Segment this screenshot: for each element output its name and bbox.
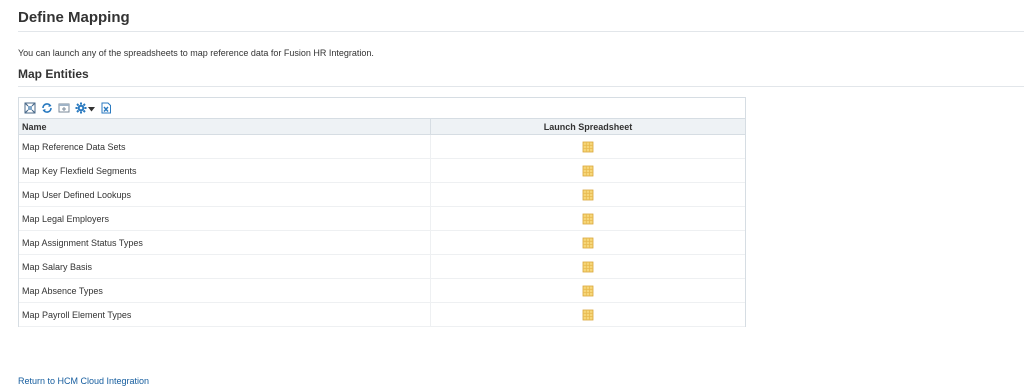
detach-icon[interactable] (24, 102, 36, 114)
page-title: Define Mapping (18, 9, 130, 26)
table-row[interactable]: Map Reference Data Sets (19, 134, 745, 159)
view-menu-icon (75, 102, 87, 114)
intro-text: You can launch any of the spreadsheets t… (18, 48, 374, 58)
entity-name-cell: Map Payroll Element Types (19, 302, 431, 327)
entity-name-cell: Map Assignment Status Types (19, 230, 431, 255)
entity-name-cell: Map Reference Data Sets (19, 134, 431, 159)
column-header-launch-spreadsheet[interactable]: Launch Spreadsheet (430, 118, 745, 135)
map-entities-table: Name Launch Spreadsheet Map Reference Da… (18, 97, 746, 327)
launch-spreadsheet-cell (430, 254, 745, 279)
launch-spreadsheet-cell (430, 158, 745, 183)
table-row[interactable]: Map Absence Types (19, 278, 745, 303)
launch-spreadsheet-cell (430, 206, 745, 231)
entity-name-cell: Map Absence Types (19, 278, 431, 303)
data-table: Name Launch Spreadsheet Map Reference Da… (19, 118, 745, 327)
refresh-icon[interactable] (41, 102, 53, 114)
entity-name-cell: Map User Defined Lookups (19, 182, 431, 207)
spreadsheet-icon[interactable] (582, 261, 594, 273)
launch-spreadsheet-cell (430, 134, 745, 159)
launch-spreadsheet-cell (430, 302, 745, 327)
entity-name-cell: Map Legal Employers (19, 206, 431, 231)
table-toolbar (19, 98, 745, 118)
spreadsheet-icon[interactable] (582, 237, 594, 249)
spreadsheet-icon[interactable] (582, 285, 594, 297)
table-row[interactable]: Map Assignment Status Types (19, 230, 745, 255)
launch-spreadsheet-cell (430, 182, 745, 207)
freeze-icon[interactable] (58, 102, 70, 114)
table-row[interactable]: Map User Defined Lookups (19, 182, 745, 207)
launch-spreadsheet-cell (430, 230, 745, 255)
column-header-name[interactable]: Name (19, 118, 431, 135)
entity-name-cell: Map Key Flexfield Segments (19, 158, 431, 183)
spreadsheet-icon[interactable] (582, 189, 594, 201)
export-to-excel-icon[interactable] (100, 102, 112, 114)
spreadsheet-icon[interactable] (582, 213, 594, 225)
table-row[interactable]: Map Salary Basis (19, 254, 745, 279)
table-header-row: Name Launch Spreadsheet (19, 118, 745, 135)
spreadsheet-icon[interactable] (582, 165, 594, 177)
launch-spreadsheet-cell (430, 278, 745, 303)
return-link[interactable]: Return to HCM Cloud Integration (18, 376, 149, 386)
section-divider (18, 86, 1024, 87)
entity-name-cell: Map Salary Basis (19, 254, 431, 279)
table-row[interactable]: Map Payroll Element Types (19, 302, 745, 327)
table-row[interactable]: Map Legal Employers (19, 206, 745, 231)
view-menu-button[interactable] (75, 99, 95, 117)
spreadsheet-icon[interactable] (582, 141, 594, 153)
table-row[interactable]: Map Key Flexfield Segments (19, 158, 745, 183)
spreadsheet-icon[interactable] (582, 309, 594, 321)
title-divider (18, 31, 1024, 32)
section-title: Map Entities (18, 67, 89, 81)
chevron-down-icon (88, 99, 95, 117)
